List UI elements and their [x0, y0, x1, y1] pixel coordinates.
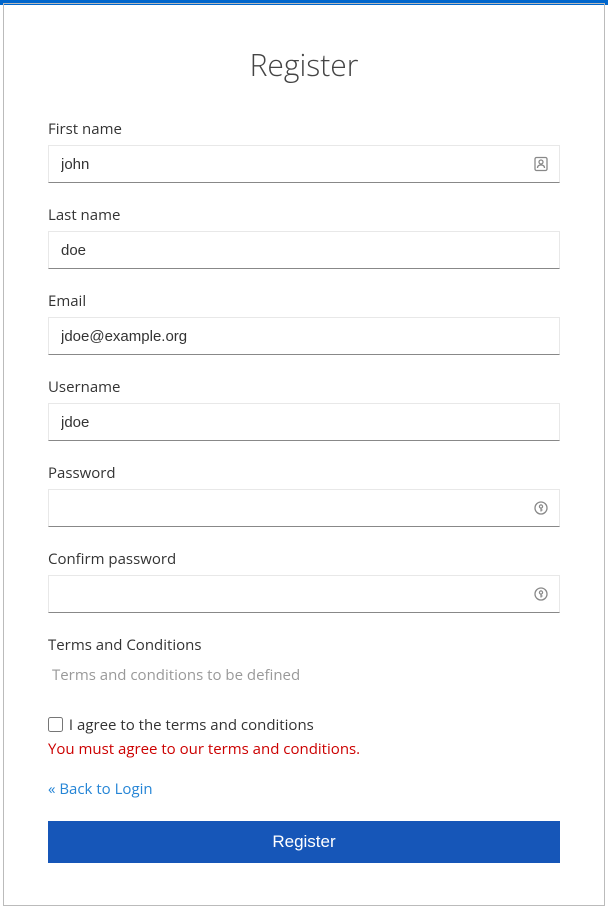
- terms-heading: Terms and Conditions: [48, 635, 560, 655]
- username-input[interactable]: [48, 403, 560, 441]
- first-name-input-wrap: [48, 145, 560, 183]
- last-name-label: Last name: [48, 205, 560, 225]
- username-group: Username: [48, 377, 560, 441]
- confirm-password-input[interactable]: [48, 575, 560, 613]
- confirm-password-group: Confirm password: [48, 549, 560, 613]
- username-input-wrap: [48, 403, 560, 441]
- last-name-input[interactable]: [48, 231, 560, 269]
- password-input[interactable]: [48, 489, 560, 527]
- email-input[interactable]: [48, 317, 560, 355]
- password-label: Password: [48, 463, 560, 483]
- terms-error: You must agree to our terms and conditio…: [48, 739, 560, 759]
- password-input-wrap: [48, 489, 560, 527]
- terms-body: Terms and conditions to be defined: [48, 663, 560, 687]
- last-name-group: Last name: [48, 205, 560, 269]
- first-name-label: First name: [48, 119, 560, 139]
- terms-checkbox-row: I agree to the terms and conditions: [48, 715, 560, 735]
- confirm-password-input-wrap: [48, 575, 560, 613]
- card-border: Register First name Last name: [3, 3, 605, 906]
- username-label: Username: [48, 377, 560, 397]
- email-group: Email: [48, 291, 560, 355]
- confirm-password-label: Confirm password: [48, 549, 560, 569]
- email-label: Email: [48, 291, 560, 311]
- first-name-input[interactable]: [48, 145, 560, 183]
- back-to-login-link[interactable]: « Back to Login: [48, 779, 153, 799]
- email-input-wrap: [48, 317, 560, 355]
- first-name-group: First name: [48, 119, 560, 183]
- password-group: Password: [48, 463, 560, 527]
- register-form: Register First name Last name: [4, 4, 604, 893]
- terms-group: Terms and Conditions Terms and condition…: [48, 635, 560, 687]
- page-title: Register: [48, 44, 560, 85]
- terms-checkbox-label: I agree to the terms and conditions: [69, 715, 314, 735]
- terms-checkbox[interactable]: [48, 717, 63, 732]
- last-name-input-wrap: [48, 231, 560, 269]
- register-button[interactable]: Register: [48, 821, 560, 863]
